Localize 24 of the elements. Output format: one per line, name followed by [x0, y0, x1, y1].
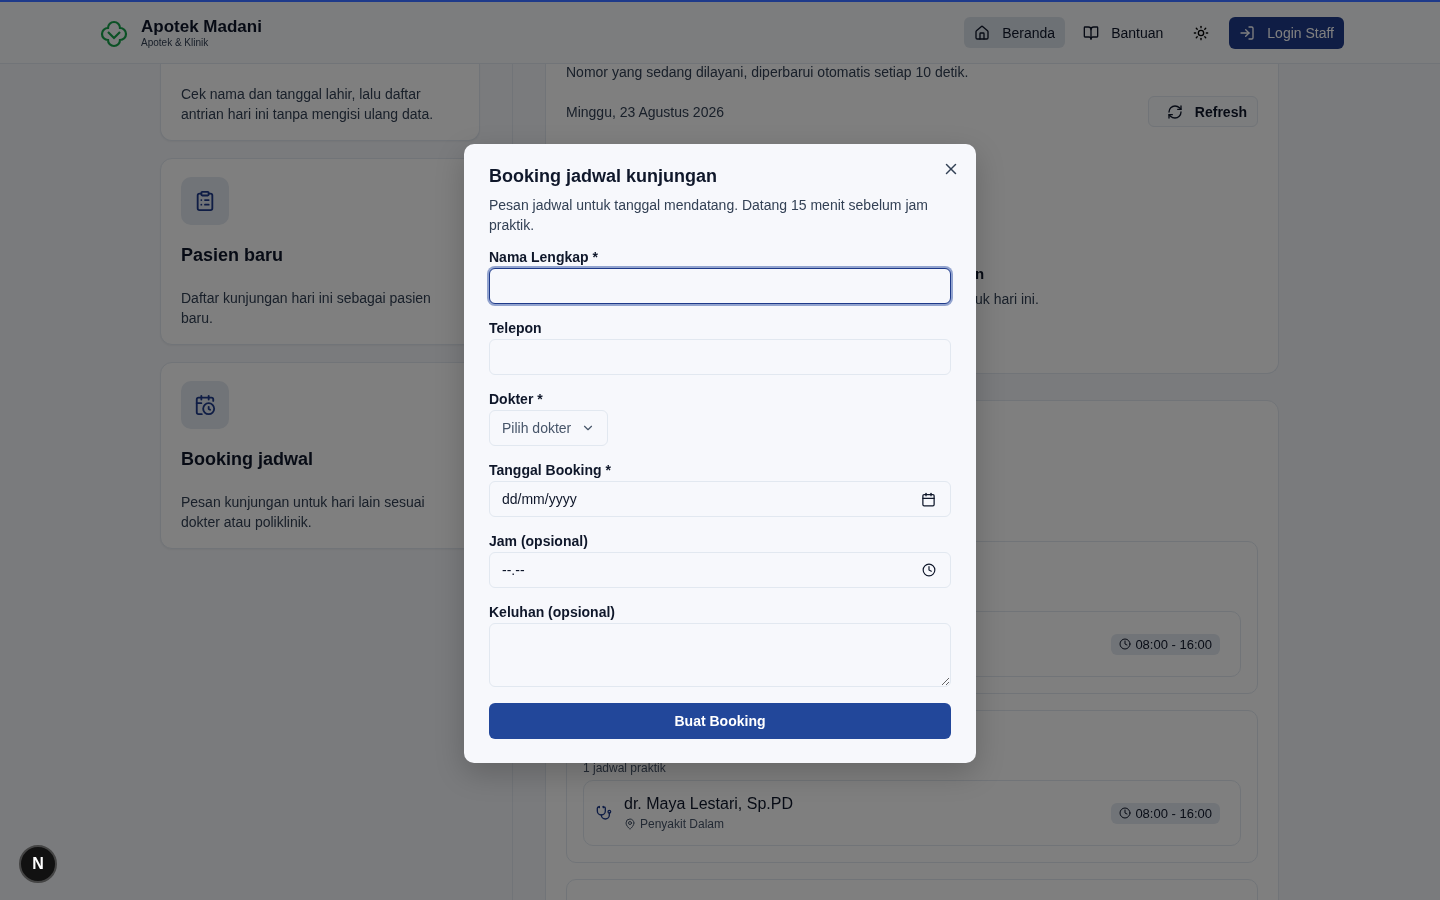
brand-tagline: Apotek & Klinik — [141, 37, 210, 48]
card-description: Cek nama dan tanggal lahir, lalu daftar antrian hari ini tanpa mengisi ulang data. — [181, 85, 435, 124]
card-description: Pesan kunjungan untuk hari lain sesuai dokter atau poliklinik. — [181, 493, 426, 532]
field-label: Nama Lengkap * — [489, 249, 599, 265]
brand-name: Apotek Madani — [141, 17, 262, 37]
field-label: Telepon — [489, 320, 543, 336]
dialog-title: Booking jadwal kunjungan — [489, 166, 718, 187]
field-label: Tanggal Booking * — [489, 462, 612, 478]
section-title: n — [975, 265, 986, 282]
doctor-name: dr. Maya Lestari, Sp.PD — [624, 795, 793, 813]
section-text: uk hari ini. — [975, 291, 1040, 307]
card-title: Booking jadwal — [181, 449, 314, 470]
doctor-specialty: Penyakit Dalam — [624, 817, 793, 831]
time-badge: 08:00 - 16:00 — [1111, 633, 1220, 655]
card-description: Daftar kunjungan hari ini sebagai pasien baru. — [181, 289, 432, 328]
field-label: Dokter * — [489, 391, 544, 407]
field-label: Keluhan (opsional) — [489, 604, 616, 620]
group-caption: 1 jadwal praktik — [583, 762, 667, 775]
card-title: Pasien baru — [181, 245, 285, 266]
queue-description: Nomor yang sedang dilayani, diperbarui otomatis setiap 10 detik. — [566, 64, 970, 80]
field-label: Jam (opsional) — [489, 533, 589, 549]
dialog-description: Pesan jadwal untuk tanggal mendatang. Datang 15 menit sebelum jam praktik. — [489, 196, 929, 235]
date-text: Minggu, 23 Agustus 2026 — [566, 103, 724, 120]
time-badge: 08:00 - 16:00 — [1111, 802, 1220, 824]
